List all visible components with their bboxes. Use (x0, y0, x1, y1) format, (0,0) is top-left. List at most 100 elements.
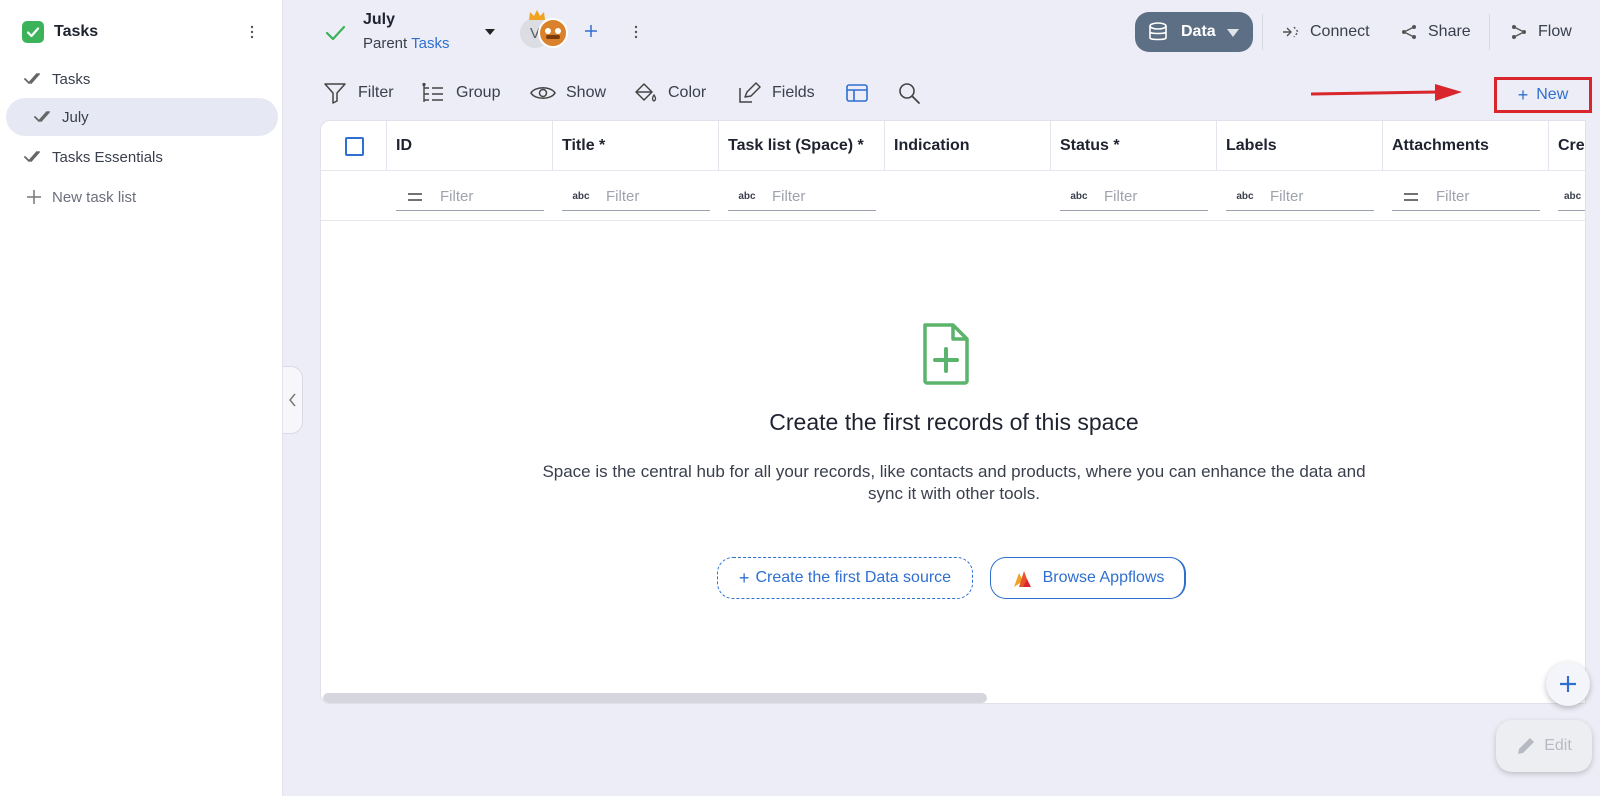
table-header-row: ID Title * Task list (Space) * Indicatio… (321, 121, 1585, 171)
empty-state-description: Space is the central hub for all your re… (542, 462, 1366, 503)
app-more-icon[interactable] (242, 20, 262, 44)
data-button[interactable]: Data (1135, 12, 1253, 52)
search-button[interactable] (896, 80, 932, 106)
filter-label: Filter (358, 84, 394, 101)
create-button-label: Create the first Data source (755, 569, 952, 586)
share-button[interactable]: Share (1400, 20, 1471, 44)
column-label: Indication (894, 137, 970, 154)
color-label: Color (668, 84, 707, 101)
edit-button[interactable]: Edit (1496, 720, 1592, 772)
sidebar-item-label: Tasks Essentials (52, 148, 163, 166)
flow-label: Flow (1538, 23, 1572, 40)
member-avatars[interactable]: V (520, 10, 572, 50)
chevron-left-icon (288, 393, 296, 407)
paint-bucket-icon (632, 80, 658, 106)
filter-input-title[interactable]: abc Filter (562, 183, 710, 211)
group-button[interactable]: Group (420, 80, 500, 106)
browse-appflows-button[interactable]: Browse Appflows (990, 557, 1186, 599)
view-name: July (363, 11, 396, 28)
database-icon (1147, 21, 1169, 43)
column-label: ID (396, 137, 412, 154)
plus-icon: + (738, 567, 750, 588)
connect-icon (1282, 23, 1300, 41)
show-button[interactable]: Show (530, 80, 606, 106)
double-check-icon (24, 147, 44, 167)
caret-down-icon[interactable] (482, 24, 498, 40)
column-header-labels[interactable]: Labels (1216, 121, 1382, 171)
table-filter-row: Filter abc Filter abc Filter abc Filter … (321, 171, 1585, 221)
filter-input-labels[interactable]: abc Filter (1226, 183, 1374, 211)
text-type-icon: abc (738, 191, 756, 202)
edit-fields-icon (736, 80, 762, 106)
text-type-icon: abc (1236, 191, 1254, 202)
avatar-photo (538, 18, 568, 48)
sidebar-item-label: Tasks (52, 70, 91, 88)
parent-prefix: Parent (363, 35, 408, 52)
column-header-attachments[interactable]: Attachments (1382, 121, 1548, 171)
column-header-created[interactable]: Crea (1548, 121, 1585, 171)
divider (1262, 14, 1263, 50)
more-vertical-icon[interactable] (628, 22, 644, 42)
sidebar-item-tasks[interactable]: Tasks (6, 60, 278, 98)
text-type-icon: abc (572, 191, 590, 202)
plus-icon (24, 187, 44, 207)
view-check-icon (324, 22, 346, 44)
filter-input-attachments[interactable]: Filter (1392, 183, 1540, 211)
eye-icon (530, 80, 556, 106)
tasks-logo-icon (22, 21, 44, 43)
filter-placeholder: Filter (606, 188, 640, 205)
filter-button[interactable]: Filter (322, 80, 394, 106)
filter-input-created[interactable]: abc (1558, 183, 1585, 211)
column-label: Labels (1226, 137, 1277, 154)
search-icon (896, 80, 922, 106)
column-label: Title * (562, 137, 606, 154)
fields-button[interactable]: Fields (736, 80, 815, 106)
filter-placeholder: Filter (1104, 188, 1138, 205)
filter-input-id[interactable]: Filter (396, 183, 544, 211)
column-header-id[interactable]: ID (386, 121, 552, 171)
filter-input-task-list[interactable]: abc Filter (728, 183, 876, 211)
add-record-fab[interactable] (1546, 662, 1590, 706)
sidebar-item-new-task-list[interactable]: New task list (6, 178, 278, 216)
create-data-source-button[interactable]: + Create the first Data source (717, 557, 973, 599)
layout-toggle-button[interactable] (844, 80, 880, 106)
column-label: Status * (1060, 137, 1120, 154)
divider (1489, 14, 1490, 50)
plus-icon: + (1517, 84, 1529, 105)
table-layout-icon (844, 80, 870, 106)
annotation-arrow (1310, 84, 1462, 101)
sidebar-item-july[interactable]: July (6, 98, 278, 136)
edit-label: Edit (1544, 737, 1572, 754)
select-all-checkbox[interactable] (345, 137, 364, 156)
pencil-icon (1516, 736, 1536, 756)
parent-link[interactable]: Tasks (411, 35, 449, 52)
flow-button[interactable]: Flow (1510, 20, 1572, 44)
column-header-indication[interactable]: Indication (884, 121, 1050, 171)
appflows-logo-icon (1011, 567, 1033, 589)
sidebar-item-label: July (62, 108, 89, 126)
color-button[interactable]: Color (632, 80, 706, 106)
text-type-icon: abc (1070, 191, 1088, 202)
add-member-icon[interactable] (582, 22, 600, 40)
show-label: Show (566, 84, 607, 101)
empty-state-title: Create the first records of this space (769, 409, 1139, 435)
records-table: ID Title * Task list (Space) * Indicatio… (320, 120, 1586, 704)
flow-icon (1510, 23, 1528, 41)
text-type-icon: abc (1564, 191, 1582, 202)
column-header-title[interactable]: Title * (552, 121, 718, 171)
column-label: Crea (1558, 137, 1585, 154)
data-label: Data (1181, 23, 1216, 40)
connect-button[interactable]: Connect (1282, 20, 1370, 44)
filter-icon (322, 80, 348, 106)
filter-placeholder: Filter (772, 188, 806, 205)
double-check-icon (24, 69, 44, 89)
double-check-icon (34, 107, 54, 127)
new-record-button[interactable]: + New (1494, 77, 1592, 113)
sidebar-item-tasks-essentials[interactable]: Tasks Essentials (6, 138, 278, 176)
column-header-task-list[interactable]: Task list (Space) * (718, 121, 884, 171)
column-header-status[interactable]: Status * (1050, 121, 1216, 171)
horizontal-scrollbar[interactable] (323, 693, 987, 703)
filter-input-status[interactable]: abc Filter (1060, 183, 1208, 211)
sidebar-collapse-handle[interactable] (283, 366, 303, 434)
share-label: Share (1428, 23, 1471, 40)
